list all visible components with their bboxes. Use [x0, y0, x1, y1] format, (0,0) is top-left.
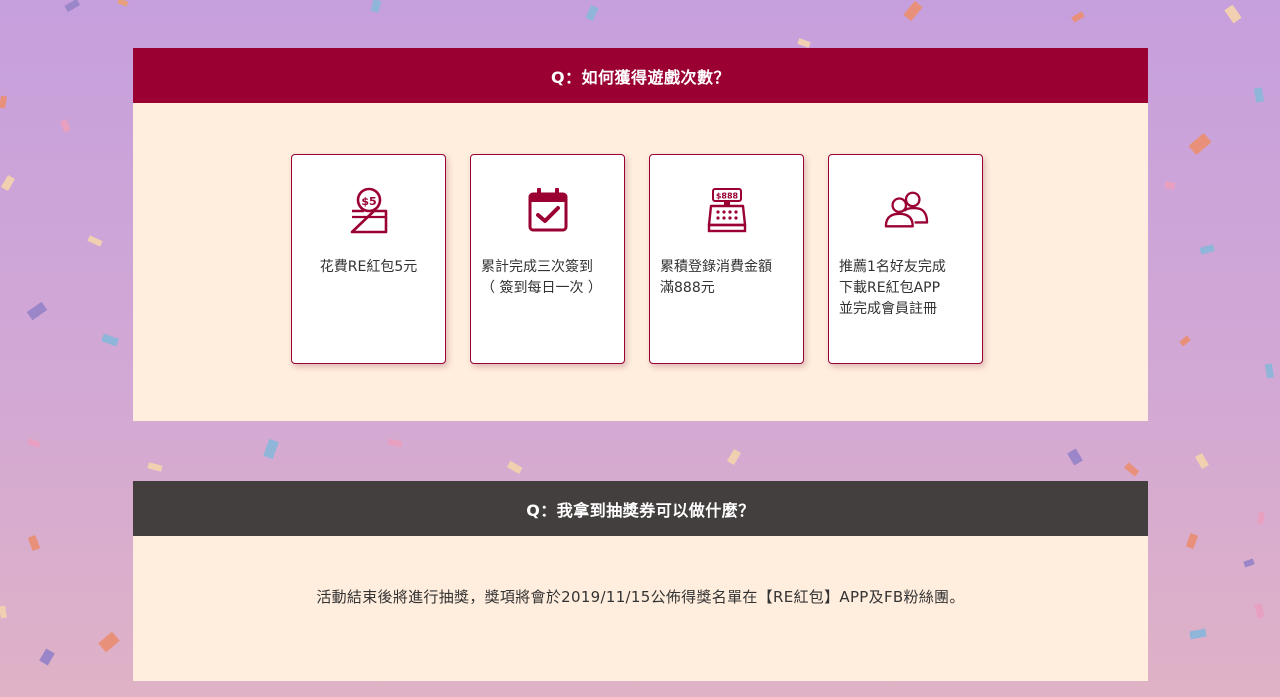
coin-badge-text: $5 — [361, 195, 376, 208]
method-text-line: 累積登錄消費金額 — [660, 259, 772, 275]
question-header: Q：如何獲得遊戲次數？ — [133, 48, 1148, 103]
method-text: 推薦1名好友完成 下載RE紅包APP 並完成會員註冊 — [829, 257, 982, 320]
faq-section-lottery-ticket: Q：我拿到抽獎券可以做什麼？ 活動結束後將進行抽獎，獎項將會於2019/11/1… — [133, 481, 1148, 681]
method-card-checkin: 累計完成三次簽到 （ 簽到每日一次 ） — [470, 154, 625, 364]
method-card-register: $888 累積登錄消費金額 滿888元 — [649, 154, 804, 364]
question-title: Q：我拿到抽獎券可以做什麼？ — [526, 500, 755, 520]
calendar-check-icon — [525, 185, 571, 235]
coin-deposit-box-icon: $5 — [346, 185, 392, 235]
method-text-line: 下載RE紅包APP — [839, 280, 941, 296]
method-text-line: 推薦1名好友完成 — [839, 259, 946, 275]
method-text-line: 滿888元 — [660, 280, 715, 296]
method-text-line: （ 簽到每日一次 ） — [481, 280, 602, 296]
two-users-icon — [883, 185, 929, 235]
question-header: Q：我拿到抽獎券可以做什麼？ — [133, 481, 1148, 536]
faq-section-game-plays: Q：如何獲得遊戲次數？ $5 花費RE紅包5元 累計完成三次簽到 （ 簽到每日一… — [133, 48, 1148, 421]
question-title: Q：如何獲得遊戲次數？ — [550, 67, 731, 87]
cash-register-icon: $888 — [704, 185, 750, 235]
answer-text: 活動結束後將進行抽獎，獎項將會於2019/11/15公佈得獎名單在【RE紅包】A… — [316, 588, 965, 606]
method-text-line: 並完成會員註冊 — [839, 301, 937, 317]
method-text: 花費RE紅包5元 — [292, 257, 445, 278]
register-badge-text: $888 — [715, 192, 738, 201]
method-text: 累積登錄消費金額 滿888元 — [650, 257, 803, 299]
method-text-line: 累計完成三次簽到 — [481, 259, 593, 275]
method-text: 累計完成三次簽到 （ 簽到每日一次 ） — [471, 257, 624, 299]
method-card-spend: $5 花費RE紅包5元 — [291, 154, 446, 364]
method-card-referral: 推薦1名好友完成 下載RE紅包APP 並完成會員註冊 — [828, 154, 983, 364]
method-text-line: 花費RE紅包5元 — [319, 259, 418, 275]
method-cards: $5 花費RE紅包5元 累計完成三次簽到 （ 簽到每日一次 ） $888 累積登… — [291, 154, 983, 364]
